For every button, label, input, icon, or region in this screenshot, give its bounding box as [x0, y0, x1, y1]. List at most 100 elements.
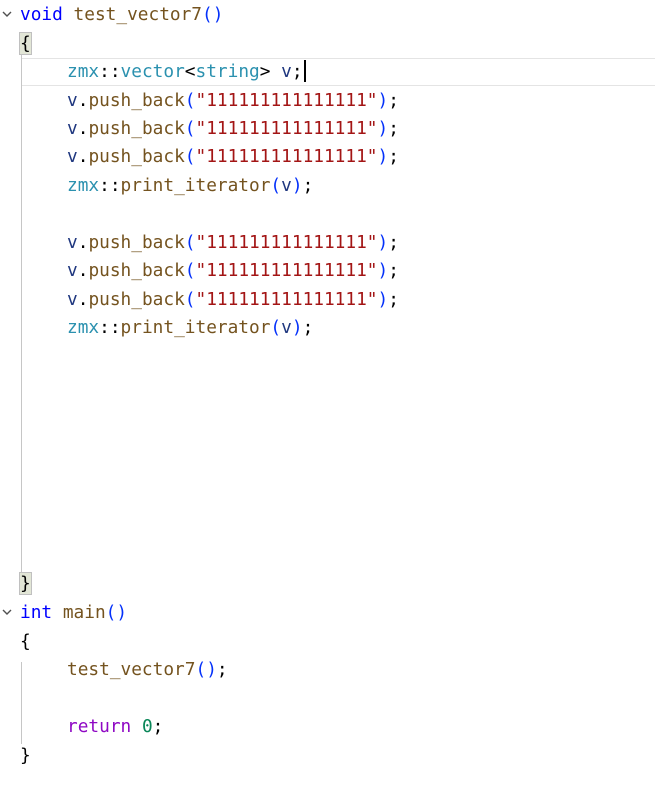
paren-close: ) — [377, 90, 389, 111]
variable: v — [67, 260, 78, 281]
code-line-10[interactable]: v.push_back("111111111111111"); — [20, 257, 399, 285]
dot: . — [77, 118, 89, 139]
code-line-5[interactable]: v.push_back("111111111111111"); — [20, 115, 399, 143]
argument: v — [281, 175, 292, 196]
function-call: test_vector7 — [67, 659, 196, 680]
argument: v — [281, 317, 292, 338]
dot: . — [77, 289, 89, 310]
paren-open: ( — [184, 90, 196, 111]
template-arg: string — [195, 61, 260, 82]
paren-close: ) — [212, 4, 224, 25]
paren-open: ( — [184, 118, 196, 139]
semicolon: ; — [216, 659, 228, 680]
scope-operator: :: — [99, 317, 121, 338]
string-literal: "111111111111111" — [195, 289, 378, 310]
code-line-11[interactable]: v.push_back("111111111111111"); — [20, 286, 399, 314]
paren-open: ( — [184, 289, 196, 310]
function-name: print_iterator — [120, 317, 271, 338]
semicolon: ; — [388, 232, 399, 253]
method-name: push_back — [88, 118, 185, 139]
variable: v — [67, 232, 78, 253]
paren-open: ( — [195, 659, 207, 680]
code-line-2[interactable]: { — [19, 30, 32, 58]
scope-operator: :: — [99, 175, 121, 196]
namespace: zmx — [67, 61, 100, 82]
paren-open: ( — [270, 317, 282, 338]
code-line-17[interactable]: { — [20, 628, 31, 656]
method-name: push_back — [88, 260, 185, 281]
function-name: test_vector7 — [73, 4, 203, 25]
string-literal: "111111111111111" — [195, 90, 378, 111]
type-name: vector — [120, 61, 185, 82]
semicolon: ; — [388, 289, 399, 310]
variable: v — [67, 90, 78, 111]
code-line-16[interactable]: int main() — [20, 599, 127, 627]
text-cursor — [303, 59, 306, 82]
code-line-6[interactable]: v.push_back("111111111111111"); — [20, 143, 399, 171]
string-literal: "111111111111111" — [195, 232, 378, 253]
variable: v — [281, 61, 292, 82]
semicolon: ; — [152, 716, 164, 737]
keyword: void — [20, 4, 63, 25]
paren-open: ( — [105, 602, 117, 623]
chevron-down-icon[interactable] — [1, 8, 15, 22]
paren-close: ) — [291, 175, 303, 196]
method-name: push_back — [88, 90, 185, 111]
matched-brace: } — [19, 572, 32, 595]
dot: . — [77, 90, 89, 111]
code-editor[interactable]: void test_vector7() { zmx::vector<string… — [0, 0, 655, 787]
paren-close: ) — [377, 146, 389, 167]
paren-open: ( — [202, 4, 213, 25]
variable: v — [67, 289, 78, 310]
dot: . — [77, 232, 89, 253]
code-line-4[interactable]: v.push_back("111111111111111"); — [20, 87, 399, 115]
keyword: int — [20, 602, 53, 623]
paren-close: ) — [116, 602, 128, 623]
code-line-12[interactable]: zmx::print_iterator(v); — [20, 314, 313, 342]
semicolon: ; — [291, 61, 303, 82]
code-line-15[interactable]: } — [19, 570, 32, 598]
semicolon: ; — [302, 317, 314, 338]
method-name: push_back — [88, 289, 185, 310]
namespace: zmx — [67, 175, 100, 196]
paren-close: ) — [377, 232, 389, 253]
function-name: main — [62, 602, 106, 623]
function-name: print_iterator — [120, 175, 271, 196]
code-line-7[interactable]: zmx::print_iterator(v); — [20, 172, 313, 200]
dot: . — [77, 146, 89, 167]
scope-operator: :: — [99, 61, 121, 82]
namespace: zmx — [67, 317, 100, 338]
brace-open: { — [20, 631, 31, 652]
method-name: push_back — [88, 146, 185, 167]
semicolon: ; — [302, 175, 314, 196]
template-open: < — [184, 61, 196, 82]
code-line-21[interactable]: } — [20, 742, 31, 770]
variable: v — [67, 146, 78, 167]
string-literal: "111111111111111" — [195, 146, 378, 167]
keyword: return — [67, 716, 132, 737]
semicolon: ; — [388, 118, 399, 139]
paren-open: ( — [184, 146, 196, 167]
matched-brace: { — [19, 32, 32, 55]
paren-close: ) — [377, 260, 389, 281]
code-line-18[interactable]: test_vector7(); — [20, 656, 228, 684]
method-name: push_back — [88, 232, 185, 253]
semicolon: ; — [388, 260, 399, 281]
template-close: > — [259, 61, 271, 82]
dot: . — [77, 260, 89, 281]
code-line-20[interactable]: return 0; — [20, 713, 163, 741]
code-line-1[interactable]: void test_vector7() — [20, 1, 223, 29]
string-literal: "111111111111111" — [195, 260, 378, 281]
paren-close: ) — [377, 118, 389, 139]
number-literal: 0 — [141, 716, 153, 737]
paren-close: ) — [377, 289, 389, 310]
paren-open: ( — [184, 260, 196, 281]
paren-open: ( — [184, 232, 196, 253]
semicolon: ; — [388, 90, 399, 111]
chevron-down-icon[interactable] — [1, 606, 15, 620]
variable: v — [67, 118, 78, 139]
brace-close: } — [20, 745, 31, 766]
code-line-3[interactable]: zmx::vector<string> v; — [20, 58, 306, 86]
code-line-9[interactable]: v.push_back("111111111111111"); — [20, 229, 399, 257]
semicolon: ; — [388, 146, 399, 167]
